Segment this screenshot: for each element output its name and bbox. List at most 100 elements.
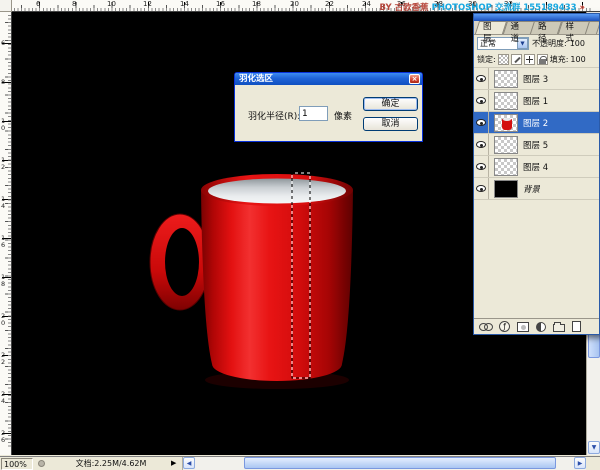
ruler-number: 24 — [1, 391, 8, 404]
ruler-number: 18 — [1, 274, 8, 287]
layer-row[interactable]: 图层 1 — [474, 90, 599, 112]
layer-mask-icon[interactable] — [517, 322, 529, 332]
layers-panel-tabs: 图层 通道 路径 样式 — [474, 21, 599, 35]
layer-thumbnail[interactable] — [494, 70, 518, 88]
horizontal-scrollbar-thumb[interactable] — [244, 457, 556, 469]
visibility-toggle[interactable] — [474, 134, 489, 155]
layer-thumbnail[interactable] — [494, 136, 518, 154]
watermark-text: BY 古欧香蕉 PHOTOSHOP 交流群 155189433 » — [379, 1, 585, 13]
layers-panel-titlebar[interactable] — [474, 14, 599, 21]
ruler-number: 6 — [36, 0, 40, 8]
layer-name[interactable]: 图层 3 — [523, 73, 548, 85]
tab-layers[interactable]: 图层 — [477, 21, 505, 34]
eye-icon — [476, 163, 486, 170]
eye-icon — [476, 97, 486, 104]
ruler-number: 10 — [1, 118, 8, 131]
eye-icon — [476, 75, 486, 82]
layer-thumbnail-background[interactable] — [494, 180, 518, 198]
layer-row[interactable]: 图层 5 — [474, 134, 599, 156]
layer-thumbnail-mug[interactable] — [494, 114, 518, 132]
fill-value[interactable]: 100 — [570, 55, 585, 64]
visibility-toggle[interactable] — [474, 68, 489, 89]
document-size-info: 文档:2.25M/4.62M — [52, 457, 170, 470]
ruler-number: 14 — [180, 0, 189, 8]
eye-icon — [476, 185, 486, 192]
ruler-number: 10 — [107, 0, 116, 8]
ruler-number: 16 — [1, 235, 8, 248]
photoshop-window: 6 8 10 12 14 16 18 20 22 24 26 28 30 32 … — [0, 0, 600, 470]
eye-icon — [476, 119, 486, 126]
feather-radius-label: 羽化半径(R): — [248, 109, 300, 122]
layer-row-selected[interactable]: 图层 2 — [474, 112, 599, 134]
layer-row-background[interactable]: 背景 — [474, 178, 599, 200]
lock-row: 锁定: 填充: 100 — [474, 52, 599, 68]
feather-dialog: 羽化选区 × 羽化半径(R): 像素 确定 取消 — [234, 72, 423, 142]
fill-label: 填充: — [550, 54, 569, 65]
new-layer-icon[interactable] — [572, 321, 581, 332]
ruler-number: 22 — [1, 352, 8, 365]
lock-label: 锁定: — [477, 54, 496, 65]
ruler-number: 24 — [362, 0, 371, 8]
watermark-author: BY 古欧香蕉 — [379, 3, 428, 13]
tab-paths[interactable]: 路径 — [532, 21, 560, 34]
visibility-toggle[interactable] — [474, 90, 489, 111]
layer-name[interactable]: 背景 — [523, 183, 540, 195]
ok-button[interactable]: 确定 — [363, 97, 418, 111]
blend-mode-row: 正常 ▼ 不透明度: 100 — [474, 35, 599, 52]
layer-row[interactable]: 图层 3 — [474, 68, 599, 90]
lock-transparency-icon[interactable] — [498, 54, 509, 65]
layers-panel-buttons: ƒ — [474, 318, 599, 334]
ruler-number: 12 — [143, 0, 152, 8]
layer-thumbnail[interactable] — [494, 92, 518, 110]
pixels-unit-label: 像素 — [334, 109, 352, 122]
layer-name[interactable]: 图层 5 — [523, 139, 548, 151]
watermark-arrow-icon: » — [580, 3, 586, 13]
vertical-scrollbar-thumb[interactable] — [588, 332, 600, 358]
zoom-level-field[interactable]: 100% — [1, 458, 33, 470]
dialog-title: 羽化选区 — [239, 74, 273, 84]
watermark-group: PHOTOSHOP 交流群 155189433 — [432, 3, 577, 13]
link-layers-icon[interactable] — [479, 323, 492, 330]
layer-thumbnail[interactable] — [494, 158, 518, 176]
ruler-number: 22 — [325, 0, 334, 8]
new-group-icon[interactable] — [553, 324, 565, 332]
resize-grip[interactable] — [586, 457, 600, 470]
visibility-toggle[interactable] — [474, 112, 489, 133]
ruler-number: 8 — [1, 79, 8, 86]
ruler-number: 12 — [1, 157, 8, 170]
adjustment-layer-icon[interactable] — [536, 322, 546, 332]
ruler-number: 16 — [216, 0, 225, 8]
visibility-toggle[interactable] — [474, 156, 489, 177]
status-expand-icon[interactable]: ▶ — [171, 457, 176, 470]
layer-style-icon[interactable]: ƒ — [499, 321, 510, 332]
ruler-number: 20 — [290, 0, 299, 8]
ruler-vertical: 6 8 10 12 14 16 18 20 22 24 26 — [0, 12, 12, 455]
ruler-number: 6 — [1, 40, 8, 47]
lock-all-icon[interactable] — [537, 54, 548, 65]
layer-row[interactable]: 图层 4 — [474, 156, 599, 178]
scroll-right-icon[interactable]: ▶ — [574, 457, 586, 469]
ruler-number: 20 — [1, 313, 8, 326]
horizontal-scrollbar[interactable]: ◀ ▶ — [182, 457, 586, 470]
feather-radius-input[interactable] — [299, 106, 328, 121]
close-icon[interactable]: × — [409, 74, 420, 84]
ruler-number: 8 — [72, 0, 76, 8]
status-bar: 100% 文档:2.25M/4.62M ▶ ◀ ▶ — [0, 456, 600, 470]
lock-position-icon[interactable] — [524, 54, 535, 65]
feather-dialog-titlebar[interactable]: 羽化选区 — [235, 73, 422, 85]
tab-channels[interactable]: 通道 — [505, 21, 533, 34]
visibility-toggle[interactable] — [474, 178, 489, 199]
layers-panel: 图层 通道 路径 样式 正常 ▼ 不透明度: 100 锁定: 填充: 100 — [473, 13, 600, 335]
layer-name[interactable]: 图层 4 — [523, 161, 548, 173]
tab-styles[interactable]: 样式 — [560, 21, 588, 34]
layer-name[interactable]: 图层 1 — [523, 95, 548, 107]
lock-pixels-icon[interactable] — [511, 54, 522, 65]
ruler-corner — [0, 0, 12, 12]
eye-icon — [476, 141, 486, 148]
scroll-left-icon[interactable]: ◀ — [183, 457, 195, 469]
scroll-down-icon[interactable]: ▼ — [588, 441, 600, 454]
ruler-number: 18 — [252, 0, 261, 8]
tab-clipped[interactable] — [587, 21, 599, 34]
cancel-button[interactable]: 取消 — [363, 117, 418, 131]
layer-name[interactable]: 图层 2 — [523, 117, 548, 129]
